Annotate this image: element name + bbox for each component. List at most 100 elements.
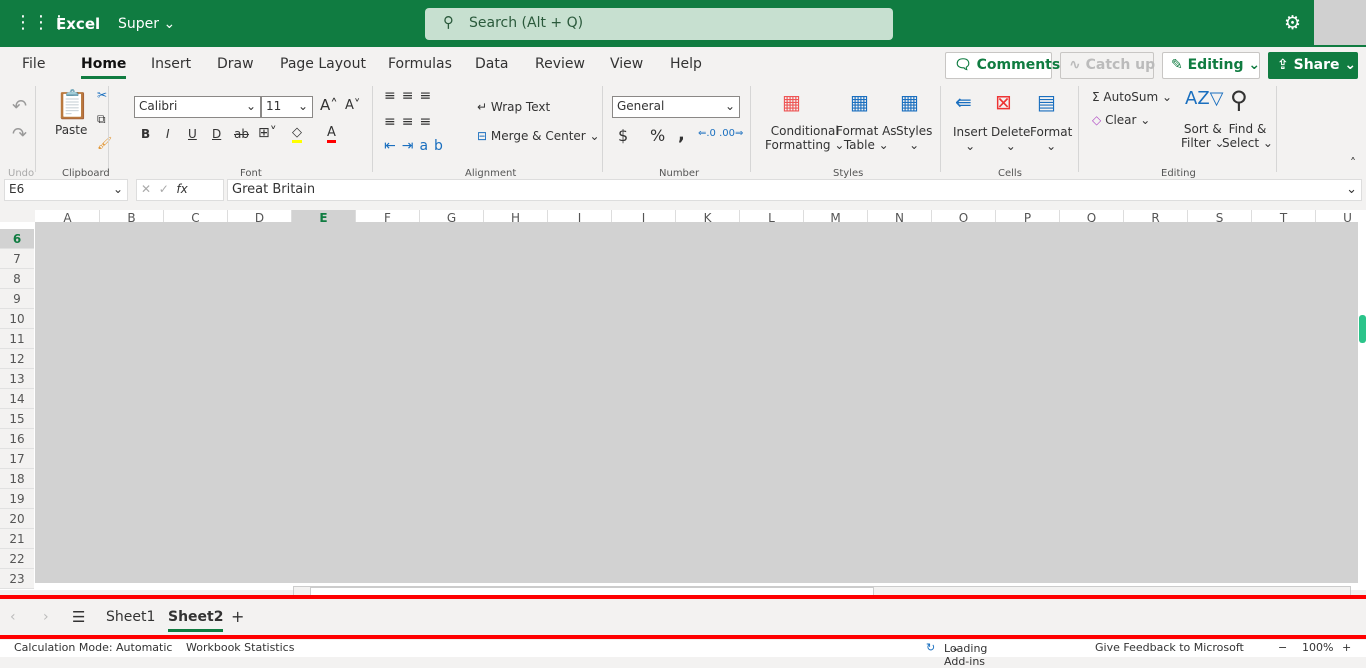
editing-button[interactable]: ✎ Editing ⌄: [1162, 52, 1260, 79]
increase-font-icon[interactable]: A˄: [320, 96, 338, 114]
copy-icon[interactable]: ⧉: [97, 112, 106, 127]
column-header[interactable]: A: [36, 210, 100, 222]
underline-button[interactable]: U: [188, 127, 197, 141]
font-size-select[interactable]: 11 ⌄: [261, 96, 313, 118]
column-header[interactable]: Q: [1060, 210, 1124, 222]
font-color-button[interactable]: A: [327, 125, 336, 143]
avatar[interactable]: [1314, 0, 1366, 45]
comments-button[interactable]: 🗨 Comments: [945, 52, 1060, 79]
column-header[interactable]: U: [1316, 210, 1366, 222]
vertical-align-icons[interactable]: ≡≡≡: [384, 88, 437, 104]
column-header[interactable]: I: [548, 210, 612, 222]
fill-color-icon[interactable]: ◇: [292, 125, 302, 143]
row-header[interactable]: 7: [0, 249, 34, 269]
row-header[interactable]: 6: [0, 229, 34, 249]
column-header[interactable]: G: [420, 210, 484, 222]
row-header[interactable]: 11: [0, 329, 34, 349]
addins-status[interactable]: Loading Add-ins ⌄: [944, 641, 987, 668]
number-format-select[interactable]: General ⌄: [612, 96, 740, 118]
currency-button[interactable]: $: [618, 126, 628, 145]
add-sheet-button[interactable]: +: [231, 607, 244, 626]
all-sheets-icon[interactable]: ☰: [72, 608, 85, 626]
select-all-corner[interactable]: [0, 210, 35, 222]
double-underline-button[interactable]: D: [212, 127, 221, 141]
tab-review[interactable]: Review: [535, 56, 585, 72]
redo-icon[interactable]: ↷: [12, 124, 27, 145]
row-header[interactable]: 10: [0, 309, 34, 329]
tab-view[interactable]: View: [610, 56, 643, 72]
italic-button[interactable]: I: [166, 127, 170, 141]
delete-button[interactable]: Delete ⌄: [991, 125, 1030, 153]
fx-icon[interactable]: fx: [176, 182, 187, 196]
strikethrough-button[interactable]: ab: [234, 127, 249, 141]
sort-filter-button[interactable]: Sort & Filter ⌄: [1181, 122, 1225, 150]
row-header[interactable]: 19: [0, 489, 34, 509]
cancel-icon[interactable]: ✕: [141, 182, 151, 196]
zoom-level[interactable]: 100%: [1302, 641, 1333, 654]
zoom-in-button[interactable]: +: [1342, 641, 1351, 654]
styles-button[interactable]: Styles ⌄: [896, 124, 932, 152]
tab-insert[interactable]: Insert: [151, 56, 191, 72]
conditional-formatting-button[interactable]: Conditional Formatting ⌄: [765, 124, 844, 152]
calc-mode[interactable]: Calculation Mode: Automatic: [14, 641, 172, 654]
row-header[interactable]: 13: [0, 369, 34, 389]
paste-button[interactable]: Paste: [55, 123, 87, 137]
merge-center-button[interactable]: ⊟ Merge & Center ⌄: [477, 129, 600, 143]
waffle-icon[interactable]: ⋮⋮⋮: [14, 14, 68, 34]
format-painter-icon[interactable]: 🖌: [97, 136, 112, 150]
name-box[interactable]: E6 ⌄: [4, 179, 128, 201]
sheet-tab-sheet2[interactable]: Sheet2: [168, 609, 224, 632]
indent-icons[interactable]: ⇤⇥ab: [384, 138, 449, 154]
cut-icon[interactable]: ✂: [97, 88, 107, 102]
spreadsheet-grid[interactable]: A B C D E F G H I J K L M N O P Q R S T U 6 7 8 9 10 11 12 13 14 15 16 1…: [0, 210, 1366, 599]
row-header[interactable]: 16: [0, 429, 34, 449]
row-header[interactable]: 20: [0, 509, 34, 529]
row-header[interactable]: 22: [0, 549, 34, 569]
share-button[interactable]: ⇪ Share ⌄: [1268, 52, 1358, 79]
row-header[interactable]: 17: [0, 449, 34, 469]
zoom-out-button[interactable]: −: [1278, 641, 1287, 654]
column-header[interactable]: P: [996, 210, 1060, 222]
prev-sheet-icon[interactable]: ‹: [10, 609, 16, 625]
borders-icon[interactable]: ⊞˅: [258, 125, 277, 141]
find-select-button[interactable]: Find & Select ⌄: [1222, 122, 1273, 150]
wrap-text-button[interactable]: ↵ Wrap Text: [477, 100, 550, 114]
row-header[interactable]: 9: [0, 289, 34, 309]
feedback-link[interactable]: Give Feedback to Microsoft: [1095, 641, 1244, 654]
tab-draw[interactable]: Draw: [217, 56, 254, 72]
column-header[interactable]: K: [676, 210, 740, 222]
column-header[interactable]: L: [740, 210, 804, 222]
row-header[interactable]: 8: [0, 269, 34, 289]
format-button[interactable]: Format ⌄: [1030, 125, 1072, 153]
column-header[interactable]: O: [932, 210, 996, 222]
vertical-scrollbar-thumb[interactable]: [1359, 315, 1366, 343]
tab-formulas[interactable]: Formulas: [388, 56, 452, 72]
document-name[interactable]: Super ⌄: [118, 16, 175, 32]
app-name[interactable]: Excel: [56, 15, 100, 33]
tab-data[interactable]: Data: [475, 56, 508, 72]
undo-icon[interactable]: ↶: [12, 96, 27, 117]
catch-up-button[interactable]: ∿ Catch up: [1060, 52, 1155, 79]
column-header[interactable]: F: [356, 210, 420, 222]
row-header[interactable]: 23: [0, 569, 34, 589]
gear-icon[interactable]: ⚙: [1284, 12, 1301, 34]
column-header[interactable]: E: [292, 210, 356, 222]
column-header[interactable]: T: [1252, 210, 1316, 222]
column-header[interactable]: H: [484, 210, 548, 222]
paste-icon[interactable]: 📋: [55, 88, 90, 121]
clear-button[interactable]: ◇ Clear ⌄: [1092, 113, 1150, 127]
sheet-tab-sheet1[interactable]: Sheet1: [106, 609, 155, 625]
search-input[interactable]: ⚲ Search (Alt + Q): [425, 8, 893, 40]
enter-icon[interactable]: ✓: [159, 182, 169, 196]
format-as-table-button[interactable]: Format As Table ⌄: [836, 124, 897, 152]
tab-file[interactable]: File: [22, 56, 45, 72]
row-header[interactable]: 21: [0, 529, 34, 549]
row-header[interactable]: 12: [0, 349, 34, 369]
collapse-ribbon-icon[interactable]: ˄: [1350, 156, 1356, 170]
row-header[interactable]: 18: [0, 469, 34, 489]
tab-help[interactable]: Help: [670, 56, 702, 72]
workbook-stats[interactable]: Workbook Statistics: [186, 641, 294, 654]
tab-page-layout[interactable]: Page Layout: [280, 56, 366, 72]
bold-button[interactable]: B: [141, 127, 150, 141]
insert-button[interactable]: Insert ⌄: [953, 125, 987, 153]
